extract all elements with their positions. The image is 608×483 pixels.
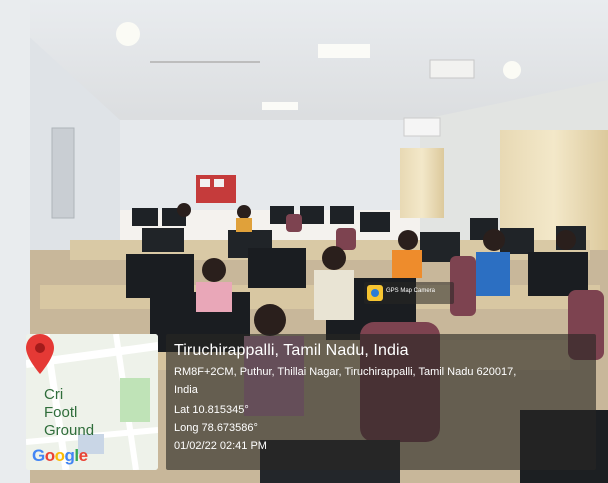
latitude: Lat 10.815345° [174,404,249,416]
map-label-line-3: Ground [44,422,95,439]
google-logo: Google [32,446,88,465]
gps-map-camera-icon [367,285,383,301]
location-info-panel: Tiruchirappalli, Tamil Nadu, India RM8F+… [166,334,596,470]
gps-badge-label: GPS Map Camera [386,288,436,294]
location-address: RM8F+2CM, Puthur, Thillai Nagar, Tiruchi… [174,366,517,378]
map-thumbnail: Cri Footl Ground Google [26,334,158,470]
location-country: India [174,384,198,396]
location-title: Tiruchirappalli, Tamil Nadu, India [174,342,409,359]
longitude: Long 78.673586° [174,422,258,434]
map-label-line-1: Cri [44,386,64,403]
gps-map-camera-badge: GPS Map Camera [364,282,454,304]
timestamp: 01/02/22 02:41 PM [174,440,267,452]
map-label-line-2: Footl [44,404,78,421]
map-pin-icon [26,334,54,374]
geotagged-photo: GPS Map Camera Cri Footl Ground Google T… [0,0,608,483]
geotag-overlay: GPS Map Camera Cri Footl Ground Google T… [18,282,602,474]
